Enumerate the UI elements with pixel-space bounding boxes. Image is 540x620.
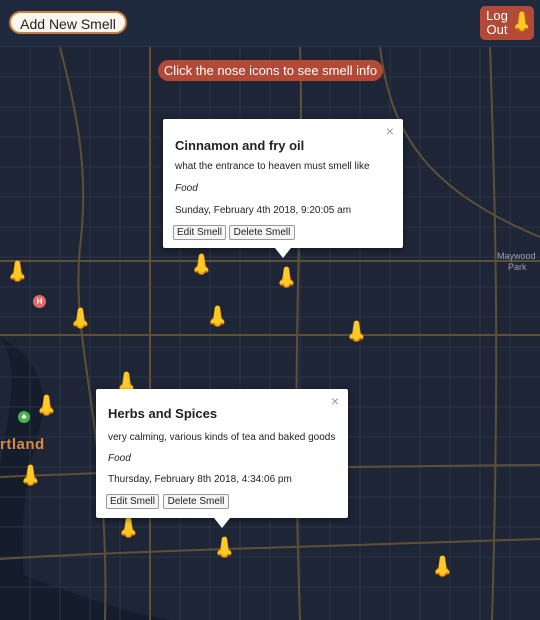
close-icon[interactable]: × bbox=[386, 123, 394, 139]
popup-pointer bbox=[275, 248, 291, 258]
logout-button[interactable]: Log Out 👃 bbox=[480, 6, 534, 40]
smell-popup: × Herbs and Spices very calming, various… bbox=[96, 389, 348, 528]
nose-icon[interactable]: 👃 bbox=[430, 557, 455, 577]
add-new-smell-button[interactable]: Add New Smell bbox=[9, 11, 127, 34]
close-icon[interactable]: × bbox=[331, 393, 339, 409]
nose-icon[interactable]: 👃 bbox=[205, 307, 230, 327]
popup-date: Thursday, February 8th 2018, 4:34:06 pm bbox=[108, 474, 292, 485]
nose-icon: 👃 bbox=[510, 12, 534, 33]
popup-category: Food bbox=[175, 183, 198, 194]
popup-category: Food bbox=[108, 453, 131, 464]
edit-smell-button[interactable]: Edit Smell bbox=[173, 225, 226, 240]
map-city-label: rtland bbox=[0, 436, 45, 453]
edit-smell-button[interactable]: Edit Smell bbox=[106, 494, 159, 509]
delete-smell-button[interactable]: Delete Smell bbox=[163, 494, 229, 509]
smell-popup: × Cinnamon and fry oil what the entrance… bbox=[163, 119, 403, 258]
popup-title: Cinnamon and fry oil bbox=[175, 138, 305, 153]
park-icon[interactable]: ♣ bbox=[18, 411, 30, 423]
hospital-icon[interactable]: H bbox=[33, 295, 46, 308]
logout-label-line1: Log bbox=[486, 8, 508, 23]
map-label-park: Park bbox=[508, 262, 527, 272]
nose-icon[interactable]: 👃 bbox=[274, 268, 299, 288]
popup-title: Herbs and Spices bbox=[108, 406, 218, 421]
nose-icon[interactable]: 👃 bbox=[68, 309, 93, 329]
nose-icon[interactable]: 👃 bbox=[212, 538, 237, 558]
popup-description: very calming, various kinds of tea and b… bbox=[108, 432, 336, 443]
top-bar: Add New Smell Log Out 👃 bbox=[0, 0, 540, 47]
nose-icon[interactable]: 👃 bbox=[5, 262, 30, 282]
logout-label: Log Out bbox=[486, 9, 508, 37]
delete-smell-button[interactable]: Delete Smell bbox=[229, 225, 295, 240]
logout-label-line2: Out bbox=[486, 22, 508, 37]
popup-description: what the entrance to heaven must smell l… bbox=[175, 161, 370, 172]
nose-icon[interactable]: 👃 bbox=[34, 396, 59, 416]
nose-icon[interactable]: 👃 bbox=[116, 518, 141, 538]
nose-icon[interactable]: 👃 bbox=[18, 466, 43, 486]
popup-pointer bbox=[214, 518, 230, 528]
popup-date: Sunday, February 4th 2018, 9:20:05 am bbox=[175, 205, 352, 216]
nose-icon[interactable]: 👃 bbox=[344, 322, 369, 342]
nose-icon[interactable]: 👃 bbox=[189, 255, 214, 275]
map-label-maywood: Maywood bbox=[497, 251, 536, 261]
instruction-banner: Click the nose icons to see smell info bbox=[158, 60, 383, 81]
